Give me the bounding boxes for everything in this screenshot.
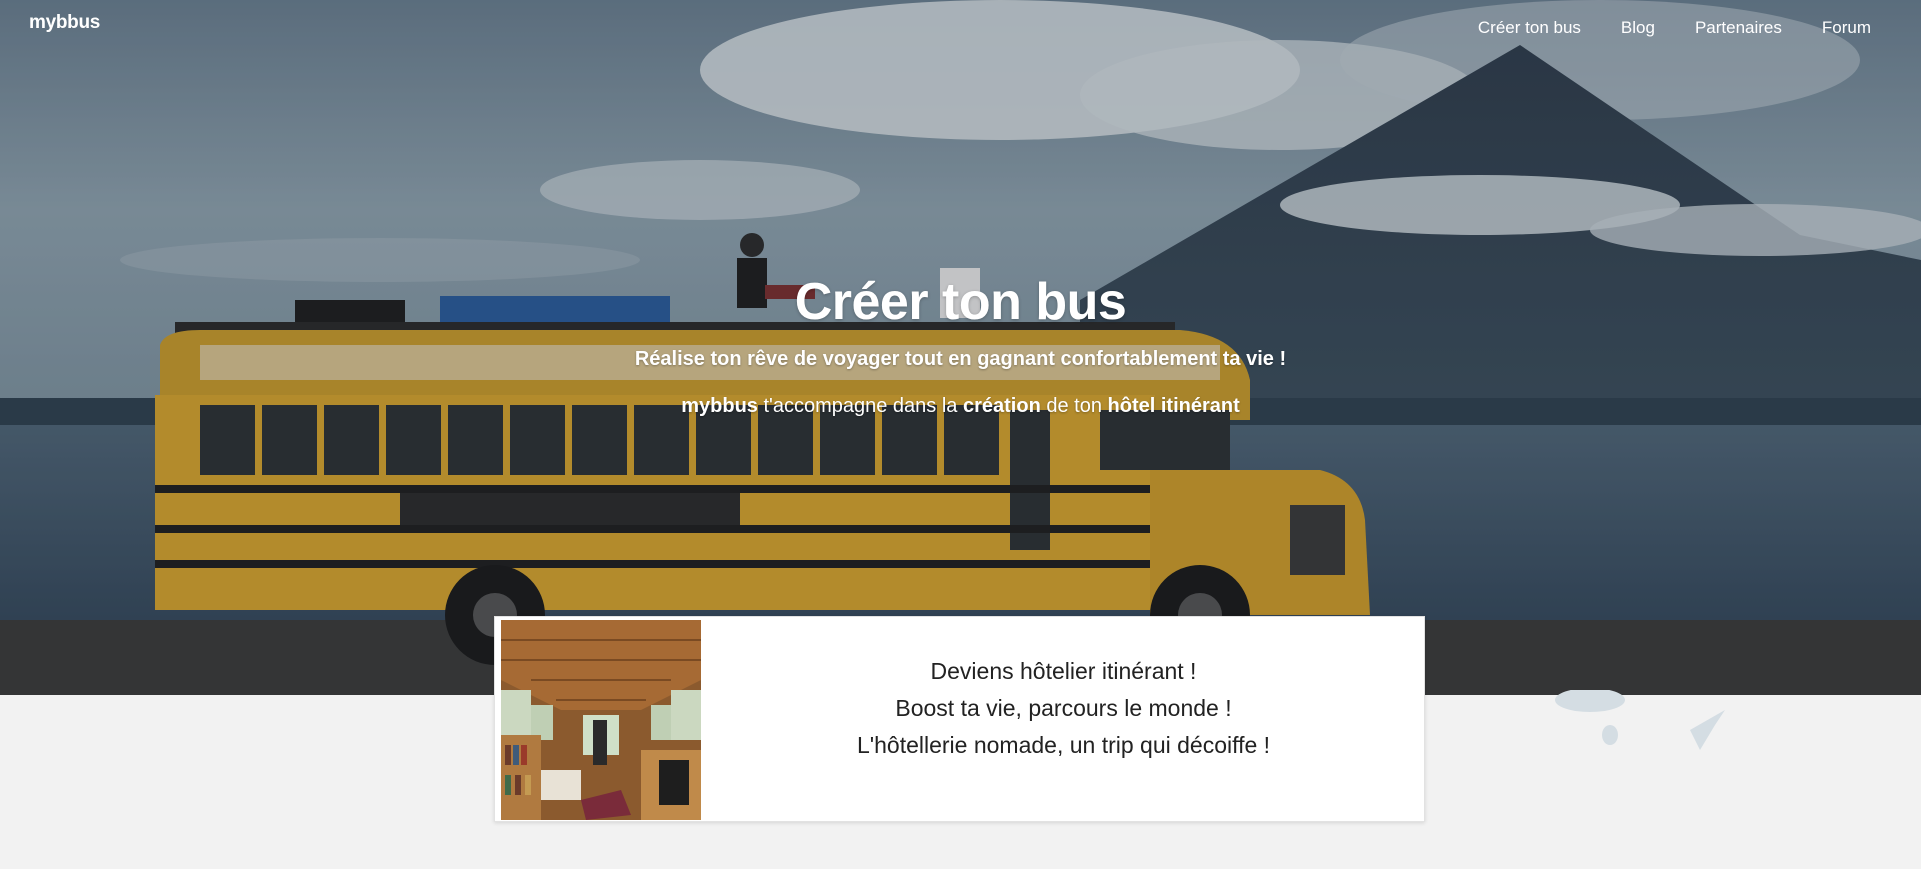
tagline-text-2: de ton bbox=[1040, 395, 1108, 417]
hero-tagline: mybbus t'accompagne dans la création de … bbox=[0, 395, 1921, 418]
card-text: Deviens hôtelier itinérant ! Boost ta vi… bbox=[701, 653, 1426, 764]
page: mybbus Créer ton bus Blog Partenaires Fo… bbox=[0, 0, 1921, 869]
site-logo[interactable]: mybbus bbox=[29, 12, 100, 34]
bus-interior-illustration bbox=[501, 620, 701, 820]
tagline-text-1: t'accompagne dans la bbox=[757, 395, 963, 417]
tagline-strong-creation: création bbox=[962, 395, 1041, 417]
nav-link-partenaires[interactable]: Partenaires bbox=[1695, 18, 1782, 38]
bus-interior-image bbox=[501, 620, 701, 820]
card-line-3: L'hôtellerie nomade, un trip qui décoiff… bbox=[856, 732, 1271, 758]
nav-link-blog[interactable]: Blog bbox=[1621, 18, 1655, 38]
nav-link-forum[interactable]: Forum bbox=[1822, 18, 1871, 38]
hero-section: mybbus Créer ton bus Blog Partenaires Fo… bbox=[0, 0, 1921, 695]
tagline-strong-hotel: hôtel itinérant bbox=[1107, 395, 1240, 417]
intro-card: Deviens hôtelier itinérant ! Boost ta vi… bbox=[494, 616, 1425, 822]
card-line-2: Boost ta vie, parcours le monde ! bbox=[895, 695, 1232, 721]
main-navigation: Créer ton bus Blog Partenaires Forum bbox=[1478, 18, 1871, 38]
world-map-decoration bbox=[1555, 690, 1725, 750]
nav-link-creer-ton-bus[interactable]: Créer ton bus bbox=[1478, 18, 1581, 38]
card-line-1: Deviens hôtelier itinérant ! bbox=[930, 658, 1197, 684]
hero-title: Créer ton bus bbox=[794, 273, 1127, 331]
hero-subtitle: Réalise ton rêve de voyager tout en gagn… bbox=[634, 348, 1287, 370]
tagline-brand: mybbus bbox=[681, 395, 758, 417]
